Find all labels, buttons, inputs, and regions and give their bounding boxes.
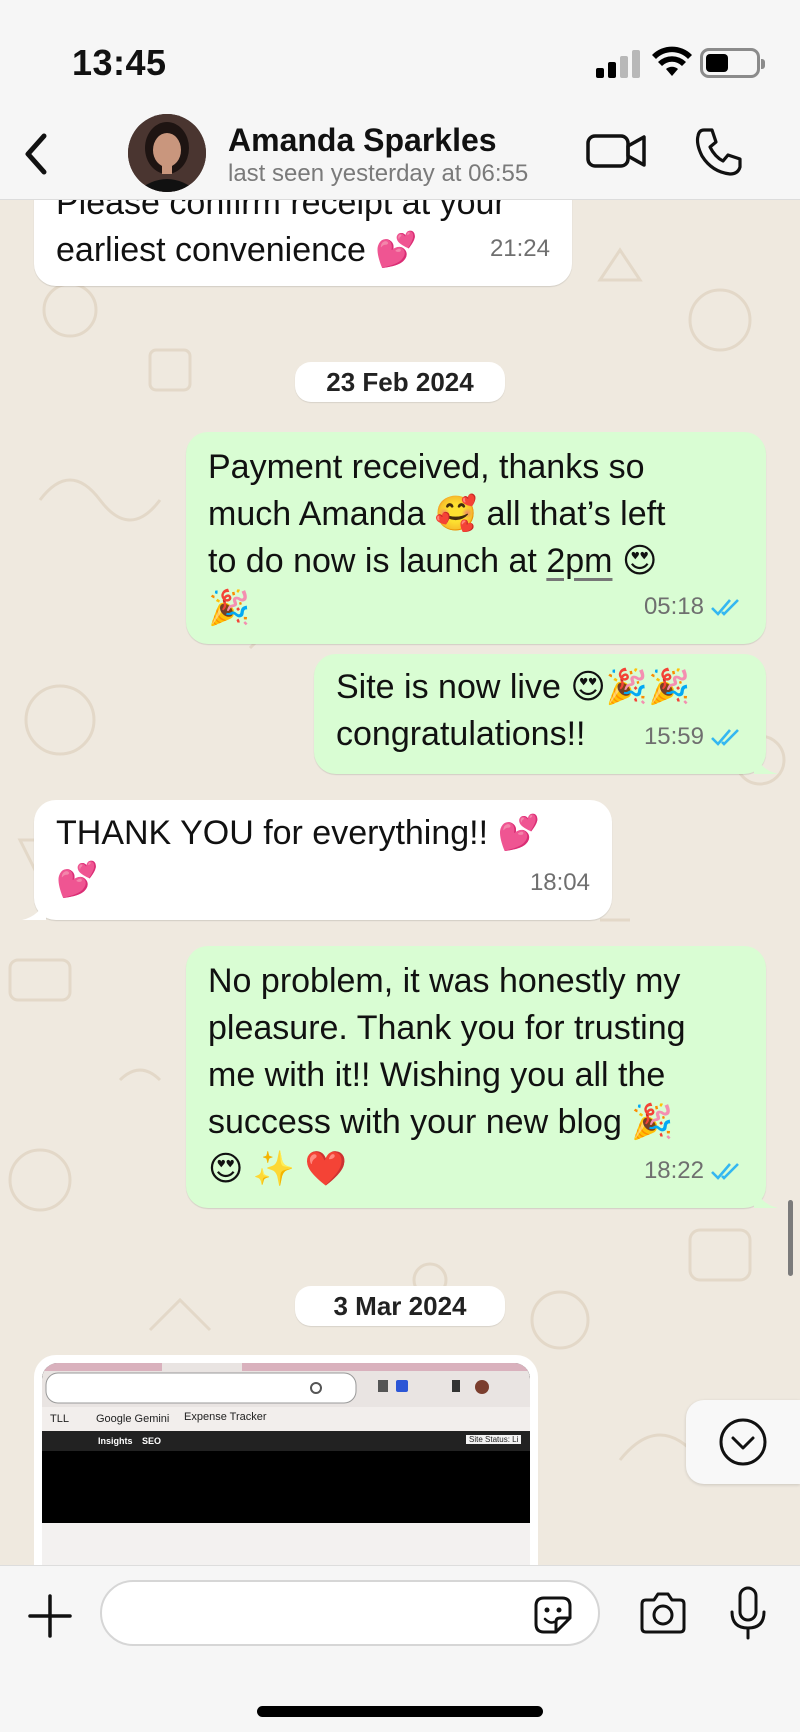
message-text: success with your new blog 🎉 <box>208 1103 674 1141</box>
back-chevron-icon[interactable] <box>14 124 64 184</box>
plus-icon[interactable] <box>26 1592 74 1640</box>
message-time: 15:59 <box>643 723 704 750</box>
contact-last-seen: last seen yesterday at 06:55 <box>228 160 529 187</box>
home-indicator[interactable] <box>257 1706 543 1717</box>
message-input[interactable] <box>100 1580 600 1646</box>
chevron-down-icon <box>719 1418 767 1466</box>
message-text: pleasure. Thank you for trusting <box>208 1009 686 1047</box>
voice-call-icon[interactable] <box>692 126 744 178</box>
status-time: 13:45 <box>72 42 167 83</box>
cellular-signal-icon <box>596 50 642 78</box>
message-text: me with it!! Wishing you all the <box>208 1056 666 1094</box>
chat-area[interactable]: Please confirm receipt at your earliest … <box>0 200 800 1565</box>
date-separator: 23 Feb 2024 <box>295 362 505 402</box>
image-text: Insights <box>98 1436 133 1446</box>
status-bar: 13:45 <box>0 0 800 110</box>
message-emoji: 😍 <box>621 542 658 580</box>
image-text: Google Gemini <box>96 1413 170 1425</box>
message-text: much Amanda 🥰 all that’s left <box>208 495 666 533</box>
battery-icon <box>700 48 765 78</box>
double-tick-icon <box>711 598 739 616</box>
message-bubble-incoming[interactable]: THANK YOU for everything!! 💕 💕 18:04 <box>22 800 612 920</box>
sticker-icon[interactable] <box>530 1592 576 1638</box>
message-text: THANK YOU for everything!! 💕 <box>56 814 540 852</box>
date-separator: 3 Mar 2024 <box>295 1286 505 1326</box>
message-time: 21:24 <box>489 235 550 262</box>
scroll-to-bottom-button[interactable] <box>686 1400 800 1484</box>
message-bubble-outgoing[interactable]: No problem, it was honestly my pleasure.… <box>186 946 778 1208</box>
message-time: 05:18 <box>643 593 704 620</box>
image-text: SEO <box>142 1436 162 1446</box>
avatar[interactable] <box>128 114 206 192</box>
chat-header: Amanda Sparkles last seen yesterday at 0… <box>0 110 800 200</box>
message-time: 18:04 <box>529 869 590 896</box>
time-link[interactable]: 2pm <box>546 542 612 580</box>
message-text: to do now is launch at <box>208 542 537 580</box>
microphone-icon[interactable] <box>728 1586 768 1642</box>
message-emoji: 💕 <box>56 861 99 899</box>
message-composer <box>0 1565 800 1732</box>
scrollbar[interactable] <box>788 1200 793 1276</box>
message-text: Payment received, thanks so <box>208 448 645 486</box>
message-bubble-outgoing[interactable]: Site is now live 😍🎉🎉 congratulations!! 1… <box>314 654 778 774</box>
message-text: Please confirm receipt at your <box>56 200 506 222</box>
double-tick-icon <box>711 728 739 746</box>
message-text: earliest convenience 💕 <box>56 231 418 269</box>
camera-icon[interactable] <box>638 1590 688 1636</box>
image-preview[interactable]: TLL Google Gemini Expense Tracker Insigh… <box>42 1363 530 1565</box>
message-text: Site is now live 😍🎉🎉 <box>336 668 691 706</box>
image-message[interactable]: TLL Google Gemini Expense Tracker Insigh… <box>34 1355 538 1565</box>
image-text: Site Status: Li <box>466 1435 522 1444</box>
wifi-icon <box>652 46 692 76</box>
double-tick-icon <box>711 1162 739 1180</box>
message-bubble-outgoing[interactable]: Payment received, thanks so much Amanda … <box>186 432 766 644</box>
video-call-icon[interactable] <box>586 128 648 174</box>
message-bubble-incoming[interactable]: Please confirm receipt at your earliest … <box>34 200 572 286</box>
message-text: No problem, it was honestly my <box>208 962 681 1000</box>
image-text: Expense Tracker <box>184 1411 267 1423</box>
image-text: TLL <box>50 1413 69 1425</box>
contact-name[interactable]: Amanda Sparkles <box>228 122 497 159</box>
message-time: 18:22 <box>643 1157 704 1184</box>
